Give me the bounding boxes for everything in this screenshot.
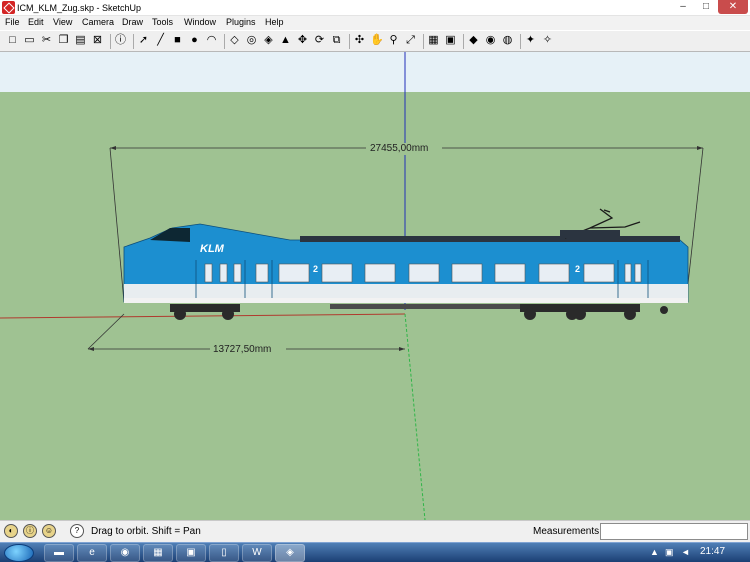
status-hint: Drag to orbit. Shift = Pan [91,526,201,537]
klm-logo: KLM [200,243,225,255]
scene-canvas[interactable]: KLM 2 2 [0,52,750,520]
credits-icon[interactable]: ⓘ [23,524,37,538]
minimize-button[interactable]: – [672,0,694,14]
app3-icon[interactable]: ▯ [209,544,239,562]
train-skirt [124,298,688,303]
close-button[interactable]: ✕ [718,0,748,14]
sketchup-icon[interactable]: ◈ [275,544,305,562]
word-icon[interactable]: W [242,544,272,562]
paste-icon[interactable]: ▤ [74,34,87,47]
circle-icon[interactable]: ● [188,34,201,47]
menu-camera[interactable]: Camera [82,17,114,27]
menu-file[interactable]: File [5,17,20,27]
zoom-extents-icon[interactable]: ⤢ [404,34,417,47]
train-roof [300,236,680,242]
model-info-icon[interactable]: ⓘ [114,34,127,47]
clock[interactable]: 21:47 [700,546,725,557]
class-marker-2: 2 [575,264,580,274]
line-icon[interactable]: ╱ [154,34,167,47]
orbit-icon[interactable]: ✣ [353,34,366,47]
folder-icon[interactable]: ▬ [44,544,74,562]
user-icon[interactable]: ☺ [42,524,56,538]
toolbar-separator [110,34,111,49]
menu-bar: File Edit View Camera Draw Tools Window … [0,16,750,30]
measurements-label: Measurements [533,526,600,537]
menu-draw[interactable]: Draw [122,17,143,27]
tray-up-arrow-icon[interactable]: ▲ [650,547,659,557]
push-pull-icon[interactable]: ▲ [279,34,292,47]
menu-tools[interactable]: Tools [152,17,173,27]
toolbar: □ ▭ ✂ ❐ ▤ ⊠ ⓘ ➚ ╱ ■ ● ◠ ◇ ◎ ◈ ▲ ✥ ⟳ ⧉ ✣ ✋ ⚲ ⤢ ▦ ▣ ◆ ◉ ◍ ✦ ✧ [0,30,750,52]
select-icon[interactable]: ➚ [137,34,150,47]
styles-icon[interactable]: ◉ [484,34,497,47]
warehouse-icon[interactable]: ▦ [427,34,440,47]
start-button[interactable] [4,544,34,562]
toolbar-separator [463,34,464,49]
components-icon[interactable]: ◆ [467,34,480,47]
toolbar-separator [520,34,521,49]
tray-volume-icon[interactable]: ◄ [681,547,690,557]
status-bar: ◐ ⓘ ☺ ? Drag to orbit. Shift = Pan Measu… [0,520,750,542]
extension-manager-icon[interactable]: ✧ [541,34,554,47]
app2-icon[interactable]: ▣ [176,544,206,562]
toolbar-separator [224,34,225,49]
menu-plugins[interactable]: Plugins [226,17,256,27]
menu-help[interactable]: Help [265,17,284,27]
train-stripe [124,284,688,298]
chrome-icon[interactable]: ◉ [110,544,140,562]
geo-location-icon[interactable]: ◐ [4,524,18,538]
help-icon[interactable]: ? [70,524,84,538]
rectangle-icon[interactable]: ■ [171,34,184,47]
cut-icon[interactable]: ✂ [40,34,53,47]
zoom-icon[interactable]: ⚲ [387,34,400,47]
arc-icon[interactable]: ◠ [205,34,218,47]
model-viewport[interactable]: KLM 2 2 27455,00mm 13727,50mm [0,52,750,520]
offset-icon[interactable]: ⧉ [330,34,343,47]
measurements-input[interactable] [600,523,748,540]
sketchup-logo-icon [2,1,15,14]
pan-icon[interactable]: ✋ [370,34,384,47]
open-icon[interactable]: ▭ [23,34,36,47]
copy-icon[interactable]: ❐ [57,34,70,47]
menu-window[interactable]: Window [184,17,216,27]
dimension-total-label[interactable]: 27455,00mm [370,143,428,154]
erase-icon[interactable]: ⊠ [91,34,104,47]
rotate-icon[interactable]: ⟳ [313,34,326,47]
new-icon[interactable]: □ [6,34,19,47]
toolbar-separator [133,34,134,49]
app-icon[interactable]: ▦ [143,544,173,562]
move-icon[interactable]: ✥ [296,34,309,47]
ie-icon[interactable]: e [77,544,107,562]
menu-view[interactable]: View [53,17,72,27]
toolbar-separator [423,34,424,49]
extension-icon[interactable]: ✦ [524,34,537,47]
window-title: ICM_KLM_Zug.skp - SketchUp [17,3,142,13]
toolbar-separator [349,34,350,49]
tape-measure-icon[interactable]: ◎ [245,34,258,47]
menu-edit[interactable]: Edit [28,17,44,27]
paint-bucket-icon[interactable]: ◈ [262,34,275,47]
dimension-half-label[interactable]: 13727,50mm [213,344,271,355]
earth-icon[interactable]: ◍ [501,34,514,47]
title-bar: ICM_KLM_Zug.skp - SketchUp – □ ✕ [0,0,750,16]
class-marker-1: 2 [313,264,318,274]
eraser-icon[interactable]: ◇ [228,34,241,47]
sky [0,52,750,92]
maximize-button[interactable]: □ [696,0,716,14]
share-model-icon[interactable]: ▣ [444,34,457,47]
tray-network-icon[interactable]: ▣ [665,547,674,558]
taskbar: ▬ e ◉ ▦ ▣ ▯ W ◈ ▲ ▣ ◄ 21:47 [0,542,750,562]
